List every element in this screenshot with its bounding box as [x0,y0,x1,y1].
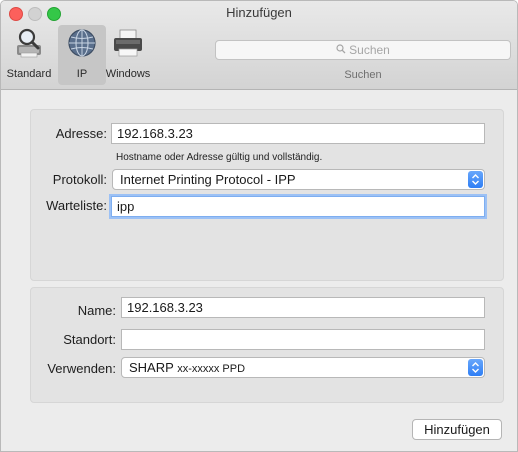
toolbar: Hinzufügen Standard IP Windows Suchen Su… [1,1,517,90]
select-arrows-icon [468,171,483,188]
address-field[interactable]: 192.168.3.23 [111,123,485,144]
driver-select[interactable]: SHARP xx-xxxxx PPD [121,357,485,378]
address-hint: Hostname oder Adresse gültig und vollstä… [116,152,323,163]
search-field[interactable]: Suchen [215,40,511,60]
queue-field[interactable]: ipp [111,196,485,217]
magnifier-printer-icon [12,27,46,59]
search-placeholder: Suchen [349,43,390,57]
toolbar-item-standard[interactable]: Standard [3,27,55,83]
globe-icon [65,27,99,59]
toolbar-item-windows-label: Windows [105,68,151,80]
search-icon [336,43,346,57]
toolbar-item-ip-label: IP [76,68,88,80]
add-printer-window: Hinzufügen Standard IP Windows Suchen Su… [0,0,518,452]
toolbar-item-ip[interactable]: IP [58,25,106,85]
address-label: Adresse: [55,126,107,141]
location-label: Standort: [63,332,116,347]
search-caption: Suchen [344,69,382,81]
driver-value-prefix: SHARP [129,360,174,375]
queue-label: Warteliste: [46,198,107,213]
printer-icon [111,27,145,59]
protocol-select[interactable]: Internet Printing Protocol - IPP [112,169,485,190]
name-field[interactable]: 192.168.3.23 [121,297,485,318]
window-title: Hinzufügen [226,5,292,20]
toolbar-item-windows[interactable]: Windows [101,27,155,83]
protocol-value: Internet Printing Protocol - IPP [120,172,296,187]
select-arrows-icon [468,359,483,376]
add-button[interactable]: Hinzufügen [412,419,502,440]
use-label: Verwenden: [47,361,116,376]
location-field[interactable] [121,329,485,350]
driver-value-suffix: xx-xxxxx PPD [177,363,246,375]
name-label: Name: [77,303,116,318]
toolbar-item-standard-label: Standard [6,68,52,80]
protocol-label: Protokoll: [52,172,107,187]
